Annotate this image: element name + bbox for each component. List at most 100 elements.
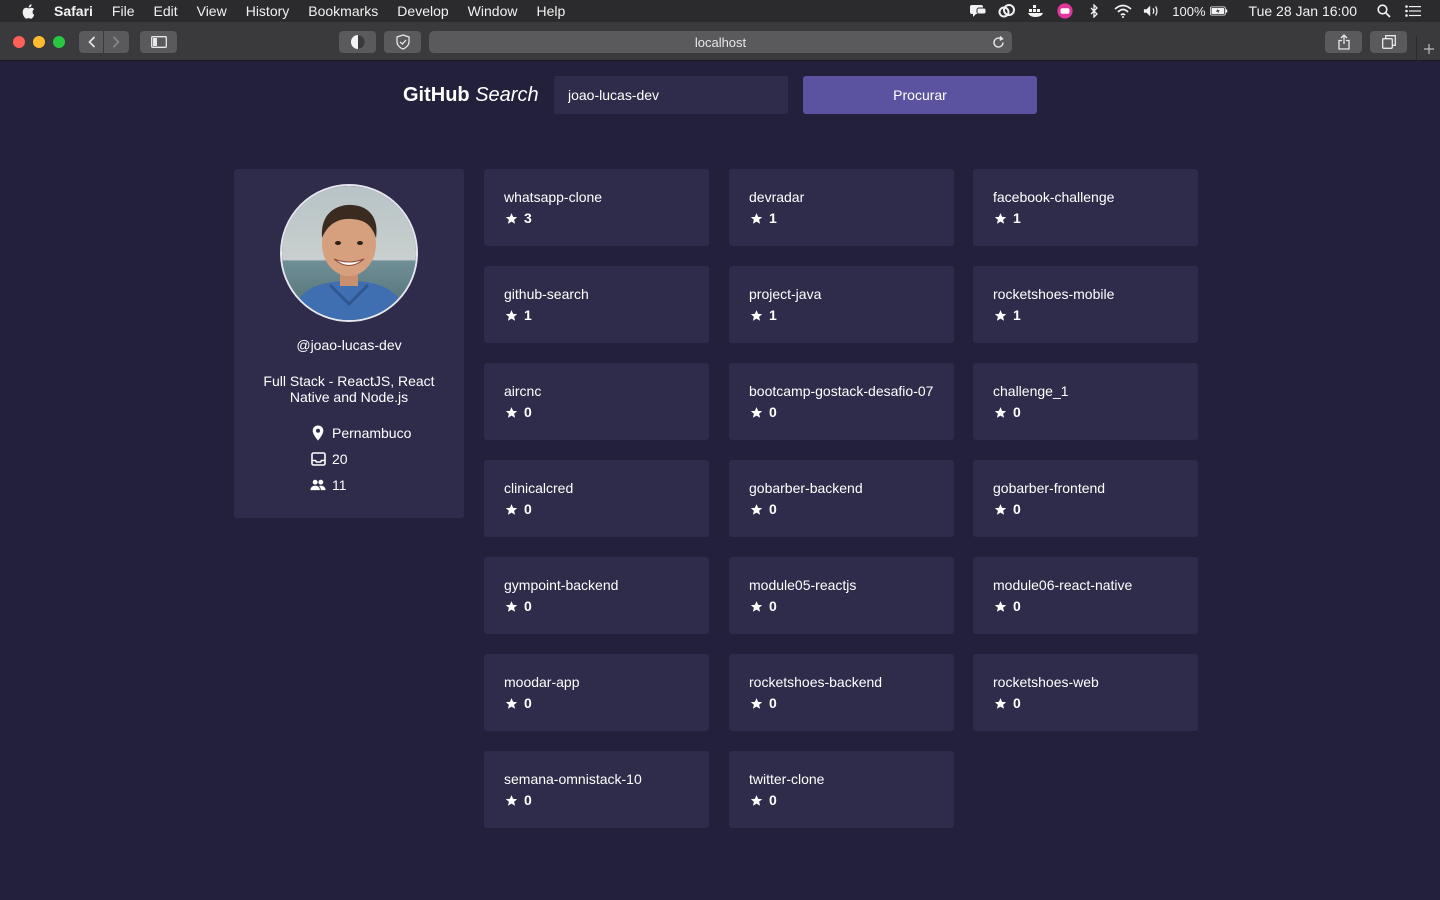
profile-bio: Full Stack - ReactJS, React Native and N… (263, 373, 435, 405)
share-icon[interactable] (1325, 31, 1362, 53)
repo-stars: 0 (749, 598, 777, 614)
privacy-report-icon[interactable] (384, 31, 421, 53)
app-status-icon[interactable] (1056, 3, 1074, 19)
repo-card[interactable]: github-search 1 (484, 266, 709, 343)
extension-shield-icon[interactable] (339, 31, 376, 53)
repo-card[interactable]: module05-reactjs 0 (729, 557, 954, 634)
bluetooth-icon[interactable] (1085, 3, 1103, 19)
repo-card[interactable]: devradar 1 (729, 169, 954, 246)
repo-card[interactable]: gobarber-backend 0 (729, 460, 954, 537)
window-close-button[interactable] (13, 36, 25, 48)
repo-stars: 1 (993, 210, 1021, 226)
reload-icon[interactable] (990, 34, 1006, 50)
star-count: 0 (1013, 501, 1021, 517)
star-icon (749, 599, 763, 613)
repo-stars: 0 (504, 598, 532, 614)
star-count: 0 (1013, 404, 1021, 420)
window-minimize-button[interactable] (33, 36, 45, 48)
new-tab-icon[interactable] (1416, 36, 1440, 61)
forward-arrow-icon[interactable] (104, 31, 128, 53)
star-icon (749, 793, 763, 807)
menu-file[interactable]: File (112, 3, 135, 19)
location-text: Pernambuco (332, 425, 412, 441)
star-count: 0 (524, 695, 532, 711)
repo-card[interactable]: whatsapp-clone 3 (484, 169, 709, 246)
repo-card[interactable]: rocketshoes-backend 0 (729, 654, 954, 731)
repo-stars: 1 (504, 307, 532, 323)
creative-cloud-icon[interactable] (998, 3, 1016, 19)
brand-em: Search (475, 84, 539, 106)
star-count: 0 (769, 501, 777, 517)
repo-card[interactable]: gobarber-frontend 0 (973, 460, 1198, 537)
address-bar[interactable]: localhost (429, 31, 1012, 53)
repo-card[interactable]: project-java 1 (729, 266, 954, 343)
wifi-icon[interactable] (1114, 3, 1132, 19)
repo-card[interactable]: bootcamp-gostack-desafio-07 0 (729, 363, 954, 440)
repo-stars: 3 (504, 210, 532, 226)
repo-name: module05-reactjs (749, 577, 857, 593)
star-count: 1 (524, 307, 532, 323)
profile-repo-count: 20 (310, 451, 348, 467)
repo-card[interactable]: gympoint-backend 0 (484, 557, 709, 634)
repo-stars: 0 (993, 404, 1021, 420)
volume-icon[interactable] (1143, 3, 1161, 19)
repo-card[interactable]: rocketshoes-web 0 (973, 654, 1198, 731)
menu-help[interactable]: Help (536, 3, 565, 19)
search-button[interactable]: Procurar (803, 76, 1037, 114)
star-count: 0 (769, 598, 777, 614)
star-icon (749, 405, 763, 419)
star-count: 0 (1013, 598, 1021, 614)
repo-card[interactable]: module06-react-native 0 (973, 557, 1198, 634)
menu-window[interactable]: Window (468, 3, 518, 19)
repo-name: aircnc (504, 383, 542, 399)
star-icon (749, 502, 763, 516)
menu-bookmarks[interactable]: Bookmarks (308, 3, 378, 19)
username-search-input[interactable] (554, 76, 788, 114)
menu-edit[interactable]: Edit (153, 3, 177, 19)
repo-name: moodar-app (504, 674, 580, 690)
window-maximize-button[interactable] (53, 36, 65, 48)
apple-menu-icon[interactable] (20, 3, 36, 19)
menu-history[interactable]: History (246, 3, 290, 19)
repo-name: whatsapp-clone (504, 189, 603, 205)
menu-view[interactable]: View (197, 3, 227, 19)
repo-name: gympoint-backend (504, 577, 619, 593)
star-count: 0 (769, 792, 777, 808)
repo-name: facebook-challenge (993, 189, 1115, 205)
star-count: 0 (524, 501, 532, 517)
repo-card[interactable]: facebook-challenge 1 (973, 169, 1198, 246)
battery-icon[interactable] (1209, 3, 1228, 19)
star-icon (504, 211, 518, 225)
repo-card[interactable]: clinicalcred 0 (484, 460, 709, 537)
repo-card[interactable]: moodar-app 0 (484, 654, 709, 731)
sidebar-toggle-icon[interactable] (140, 31, 177, 53)
repo-stars: 0 (749, 404, 777, 420)
star-count: 0 (769, 695, 777, 711)
repo-stars: 1 (993, 307, 1021, 323)
docker-icon[interactable] (1027, 3, 1045, 19)
back-arrow-icon[interactable] (80, 31, 104, 53)
repo-card[interactable]: twitter-clone 0 (729, 751, 954, 828)
repo-card[interactable]: rocketshoes-mobile 1 (973, 266, 1198, 343)
tab-overview-icon[interactable] (1370, 31, 1407, 53)
repo-card[interactable]: challenge_1 0 (973, 363, 1198, 440)
star-count: 1 (1013, 210, 1021, 226)
star-icon (993, 211, 1007, 225)
repo-stars: 0 (504, 404, 532, 420)
followers-text: 11 (332, 477, 347, 493)
chat-icon[interactable] (969, 3, 987, 19)
repo-name: twitter-clone (749, 771, 825, 787)
menu-app-name[interactable]: Safari (54, 3, 93, 19)
spotlight-search-icon[interactable] (1375, 3, 1393, 19)
menubar-clock[interactable]: Tue 28 Jan 16:00 (1249, 3, 1357, 19)
menu-develop[interactable]: Develop (397, 3, 448, 19)
repo-name: semana-omnistack-10 (504, 771, 642, 787)
repo-count-text: 20 (332, 451, 348, 467)
star-icon (504, 502, 518, 516)
repo-stars: 0 (749, 501, 777, 517)
location-pin-icon (310, 425, 326, 441)
repo-card[interactable]: semana-omnistack-10 0 (484, 751, 709, 828)
repo-card[interactable]: aircnc 0 (484, 363, 709, 440)
app-brand: GitHub Search (403, 84, 539, 107)
notification-center-icon[interactable] (1404, 3, 1422, 19)
